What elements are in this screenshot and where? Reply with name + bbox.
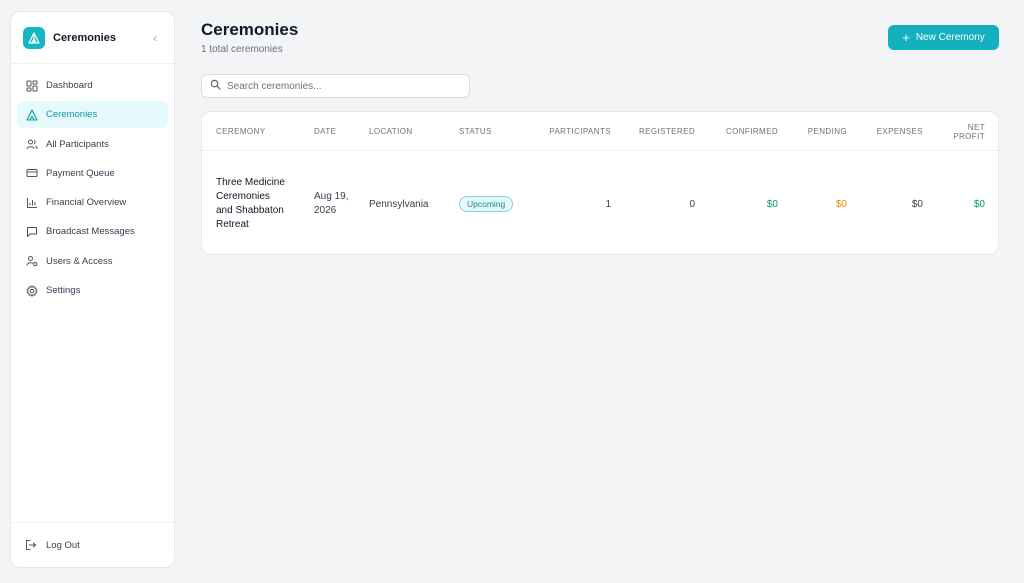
cell-status: Upcoming <box>459 152 529 254</box>
sidebar-item-label: Payment Queue <box>46 167 115 179</box>
message-icon <box>25 225 38 238</box>
column-header-expenses[interactable]: Expenses <box>857 112 923 151</box>
cell-date: Aug 19, 2026 <box>314 191 349 216</box>
tent-logo-icon <box>23 26 45 49</box>
column-header-participants[interactable]: Participants <box>532 112 611 151</box>
sidebar-item-users-access[interactable]: Users & Access <box>17 248 168 275</box>
brand-title: Ceremonies <box>53 31 116 44</box>
new-ceremony-label: New Ceremony <box>915 32 985 43</box>
page-subtitle: 1 total ceremonies <box>201 44 283 55</box>
column-header-ceremony[interactable]: Ceremony <box>216 112 296 151</box>
sidebar-item-dashboard[interactable]: Dashboard <box>17 72 168 99</box>
page-title: Ceremonies <box>201 20 299 39</box>
cell-pending: $0 <box>835 198 847 210</box>
column-header-confirmed[interactable]: Confirmed <box>707 112 778 151</box>
cell-expenses: $0 <box>911 198 923 210</box>
ceremonies-table: Ceremony Date Location Status Participan… <box>201 111 999 255</box>
tent-icon <box>25 108 38 121</box>
search-icon <box>210 77 221 95</box>
collapse-sidebar-button[interactable]: ‹ <box>148 31 162 45</box>
dashboard-icon <box>25 79 38 92</box>
cell-net-profit: $0 <box>973 198 985 210</box>
sidebar-item-all-participants[interactable]: All Participants <box>17 131 168 158</box>
sidebar-item-label: Settings <box>46 285 81 297</box>
new-ceremony-button[interactable]: + New Ceremony <box>888 25 999 50</box>
sidebar-item-label: Broadcast Messages <box>46 226 135 238</box>
sidebar-item-ceremonies[interactable]: Ceremonies <box>17 101 168 129</box>
logout-button[interactable]: Log Out <box>11 522 174 567</box>
column-header-registered[interactable]: Registered <box>622 112 695 151</box>
column-header-pending[interactable]: Pending <box>790 112 847 151</box>
column-header-location[interactable]: Location <box>369 112 439 151</box>
table-row[interactable]: Three Medicine Ceremonies and Shabbaton … <box>202 152 998 254</box>
sidebar-item-label: All Participants <box>46 138 109 150</box>
user-key-icon <box>25 255 38 268</box>
sidebar-item-broadcast-messages[interactable]: Broadcast Messages <box>17 218 168 245</box>
sidebar-item-financial-overview[interactable]: Financial Overview <box>17 189 168 216</box>
sidebar-brand: Ceremonies ‹ <box>11 12 174 64</box>
column-header-net-profit[interactable]: Net Profit <box>937 112 985 151</box>
status-badge: Upcoming <box>459 196 514 212</box>
table-header: Ceremony Date Location Status Participan… <box>202 112 998 151</box>
cell-location: Pennsylvania <box>369 198 429 210</box>
credit-card-icon <box>25 167 38 180</box>
gear-icon <box>25 284 38 297</box>
bar-chart-icon <box>25 196 38 209</box>
search-box <box>201 74 470 98</box>
sidebar-item-label: Ceremonies <box>46 109 98 121</box>
logout-icon <box>25 539 38 552</box>
sidebar-item-label: Dashboard <box>46 80 93 91</box>
search-input[interactable] <box>227 80 461 92</box>
cell-confirmed: $0 <box>766 198 778 210</box>
sidebar-item-label: Financial Overview <box>46 197 127 209</box>
sidebar-item-payment-queue[interactable]: Payment Queue <box>17 160 168 187</box>
sidebar-item-label: Users & Access <box>46 255 113 267</box>
sidebar-nav: Dashboard Ceremonies All Participants Pa… <box>11 64 174 314</box>
cell-participants: 1 <box>605 198 611 210</box>
users-icon <box>25 138 38 151</box>
cell-ceremony[interactable]: Three Medicine Ceremonies and Shabbaton … <box>216 152 288 254</box>
column-header-date[interactable]: Date <box>314 112 359 151</box>
column-header-status[interactable]: Status <box>459 112 519 151</box>
sidebar: Ceremonies ‹ Dashboard Ceremonies All Pa… <box>10 11 175 568</box>
logout-label: Log Out <box>46 539 80 551</box>
plus-icon: + <box>902 30 910 45</box>
cell-registered: 0 <box>689 198 695 210</box>
sidebar-item-settings[interactable]: Settings <box>17 277 168 304</box>
